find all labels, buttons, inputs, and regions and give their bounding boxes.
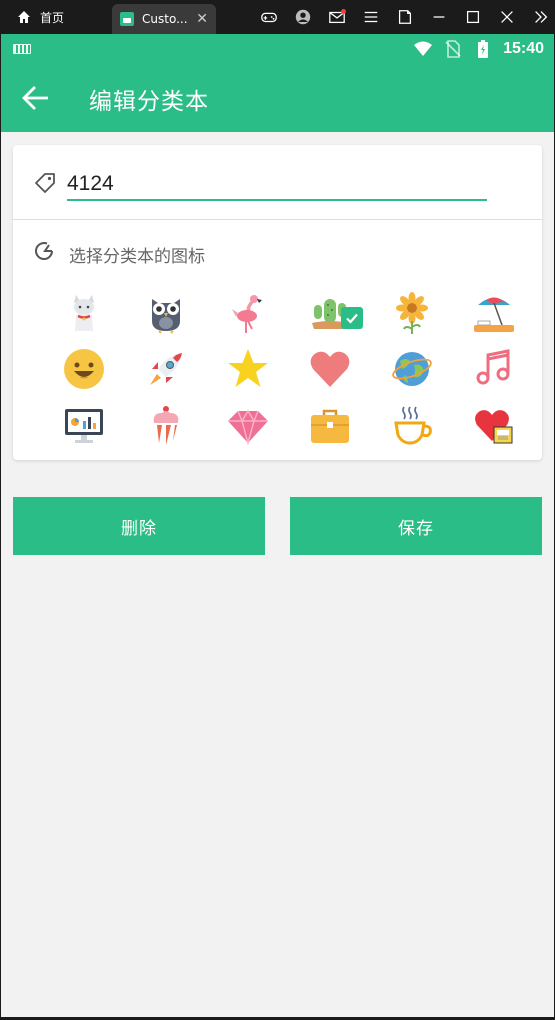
clock: 15:40	[503, 40, 544, 57]
category-card: 选择分类本的图标	[13, 145, 542, 460]
briefcase-icon	[311, 409, 349, 443]
screenshot-icon[interactable]	[388, 0, 422, 34]
icon-option-owl[interactable]	[125, 285, 207, 341]
icon-section-label: 选择分类本的图标	[69, 247, 205, 267]
icon-option-cupcake[interactable]	[125, 397, 207, 453]
battery-icon	[478, 40, 489, 58]
home-tab-label: 首页	[40, 10, 65, 25]
icon-option-smiley[interactable]	[43, 341, 125, 397]
emulator-title-bar: 首页 Custo... ✕	[0, 0, 555, 34]
app-tab-label: Custo...	[142, 12, 188, 26]
coffee-cup-icon	[394, 406, 432, 445]
icon-grid	[43, 285, 533, 453]
icon-option-heart[interactable]	[289, 341, 371, 397]
icon-option-music[interactable]	[453, 341, 535, 397]
icon-option-earth[interactable]	[371, 341, 453, 397]
beach-umbrella-icon	[474, 297, 514, 332]
tab-close-icon[interactable]: ✕	[196, 11, 208, 27]
owl-icon	[152, 299, 180, 334]
sunflower-icon	[396, 292, 428, 334]
icon-option-sunflower[interactable]	[371, 285, 453, 341]
menu-icon[interactable]	[354, 0, 388, 34]
account-icon[interactable]	[286, 0, 320, 34]
gamepad-icon[interactable]	[252, 0, 286, 34]
icon-option-star[interactable]	[207, 341, 289, 397]
app-bar: 编辑分类本	[1, 64, 554, 132]
music-note-icon	[476, 349, 510, 385]
rocket-icon	[150, 353, 182, 385]
save-button[interactable]: 保存	[290, 497, 542, 555]
keyboard-icon	[13, 44, 31, 54]
gem-icon	[228, 409, 268, 446]
app-tab[interactable]: Custo... ✕	[112, 4, 216, 34]
name-row	[13, 145, 542, 220]
heart-icon	[310, 351, 350, 387]
close-window-icon[interactable]	[490, 0, 524, 34]
monitor-icon	[65, 409, 103, 443]
expand-sidebar-icon[interactable]	[524, 0, 555, 34]
icon-option-coffee[interactable]	[371, 397, 453, 453]
cat-icon	[74, 295, 94, 331]
icon-option-gem[interactable]	[207, 397, 289, 453]
icon-option-briefcase[interactable]	[289, 397, 371, 453]
icon-option-cactus[interactable]	[289, 285, 371, 341]
maximize-icon[interactable]	[456, 0, 490, 34]
selected-check-icon	[341, 307, 363, 329]
home-icon	[18, 11, 30, 23]
heart-gift-icon	[475, 410, 513, 444]
delete-button[interactable]: 删除	[13, 497, 265, 555]
phone-screen: 15:40 编辑分类本 选择分类本的图标	[1, 34, 554, 1017]
icon-option-flamingo[interactable]	[207, 285, 289, 341]
tag-icon	[35, 173, 55, 193]
wifi-icon	[414, 41, 433, 56]
page-title: 编辑分类本	[89, 89, 209, 115]
cupcake-icon	[153, 406, 179, 445]
icon-option-heart-gift[interactable]	[453, 397, 535, 453]
smiley-icon	[64, 349, 104, 389]
flamingo-icon	[232, 295, 262, 333]
earth-icon	[392, 352, 432, 386]
star-icon	[228, 349, 268, 387]
back-arrow-icon[interactable]	[21, 84, 51, 112]
app-icon	[120, 12, 134, 26]
palette-icon	[35, 242, 53, 260]
icon-option-beach[interactable]	[453, 285, 535, 341]
category-name-input[interactable]	[67, 169, 487, 201]
notification-dot	[341, 9, 346, 14]
minimize-icon[interactable]	[422, 0, 456, 34]
mail-icon[interactable]	[320, 0, 354, 34]
icon-option-monitor[interactable]	[43, 397, 125, 453]
no-sim-icon	[445, 40, 461, 58]
icon-option-rocket[interactable]	[125, 341, 207, 397]
status-bar: 15:40	[1, 34, 554, 64]
home-tab[interactable]: 首页	[8, 0, 72, 34]
icon-option-cat[interactable]	[43, 285, 125, 341]
